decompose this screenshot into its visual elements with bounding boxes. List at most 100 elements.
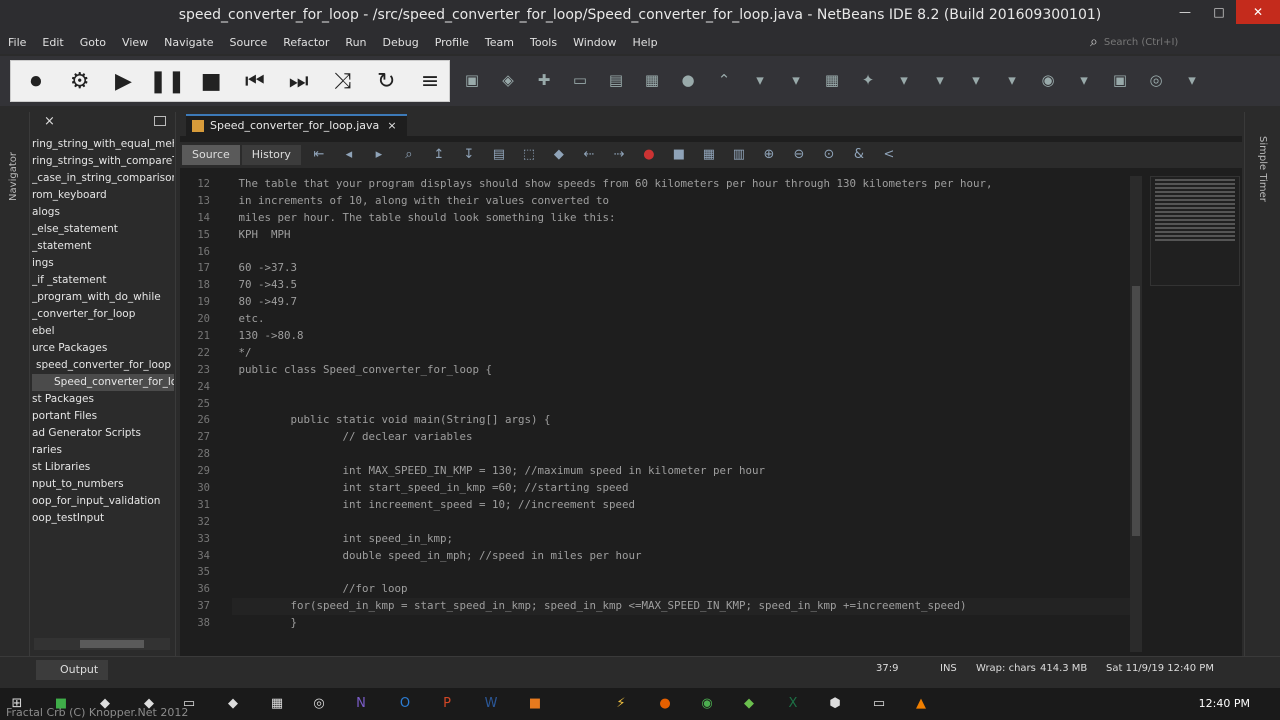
dropdown-icon[interactable]: ▾ (746, 66, 774, 94)
tree-item[interactable]: _case_in_string_comparison (32, 170, 174, 187)
powerpoint-icon[interactable]: P (438, 695, 456, 713)
dropdown-icon[interactable]: ▾ (782, 66, 810, 94)
source-tab[interactable]: Source (182, 145, 240, 165)
find-previous-icon[interactable]: ↥ (427, 145, 451, 165)
app-icon[interactable]: ◆ (740, 695, 758, 713)
menu-edit[interactable]: Edit (34, 36, 71, 49)
horizontal-scrollbar[interactable] (34, 638, 170, 650)
code-area[interactable]: The table that your program displays sho… (232, 176, 1132, 656)
profile-icon[interactable]: ◉ (1034, 66, 1062, 94)
tree-item[interactable]: ring_string_with_equal_mehtod (32, 136, 174, 153)
open-project-icon[interactable]: ▭ (566, 66, 594, 94)
equalizer-button[interactable]: ≡ (411, 64, 449, 98)
zoom-out-icon[interactable]: ⊖ (787, 145, 811, 165)
plugin-icon[interactable]: ◈ (494, 66, 522, 94)
simple-timer-tab[interactable]: Simple Timer (1257, 136, 1268, 202)
tree-item[interactable]: alogs (32, 204, 174, 221)
firefox-icon[interactable]: ● (656, 695, 674, 713)
output-tab[interactable]: Output (36, 660, 109, 680)
scrollbar-thumb[interactable] (1132, 286, 1140, 536)
pause-button[interactable]: ❚❚ (148, 64, 186, 98)
bookmark-icon[interactable]: ◆ (547, 145, 571, 165)
scrollbar-thumb[interactable] (80, 640, 144, 648)
tree-item[interactable]: _statement (32, 238, 174, 255)
forward-icon[interactable]: ▸ (367, 145, 391, 165)
stop-macro-icon[interactable]: ■ (667, 145, 691, 165)
app-icon[interactable]: ⚡ (612, 695, 630, 713)
tools-icon[interactable]: ✦ (854, 66, 882, 94)
record-macro-icon[interactable]: ● (637, 145, 661, 165)
editor-tab[interactable]: Speed_converter_for_loop.java × (186, 114, 407, 136)
chrome-icon[interactable]: ◉ (698, 695, 716, 713)
tab-close-icon[interactable]: × (387, 117, 396, 135)
menu-help[interactable]: Help (624, 36, 665, 49)
navigator-tab[interactable]: Navigator (8, 152, 19, 201)
app-icon[interactable]: ◆ (224, 695, 242, 713)
outlook-icon[interactable]: O (396, 695, 414, 713)
run-icon[interactable]: ● (674, 66, 702, 94)
next-button[interactable]: ⏭ (280, 64, 318, 98)
web-icon[interactable]: ◎ (1142, 66, 1170, 94)
tree-item-selected[interactable]: Speed_converter_for_loo (32, 374, 174, 391)
menu-view[interactable]: View (114, 36, 156, 49)
tree-item[interactable]: rom_keyboard (32, 187, 174, 204)
new-project-icon[interactable]: ✚ (530, 66, 558, 94)
tree-item[interactable]: ring_strings_with_compareTo (32, 153, 174, 170)
tree-item[interactable]: portant Files (32, 408, 174, 425)
new-file-icon[interactable]: ▣ (458, 66, 486, 94)
settings-icon[interactable]: ⚙ (61, 64, 99, 98)
app-icon[interactable]: ◎ (310, 695, 328, 713)
record-icon[interactable]: ⏺ (17, 64, 55, 98)
less-than-icon[interactable]: < (877, 145, 901, 165)
vlc-icon[interactable]: ▲ (912, 695, 930, 713)
dropdown-icon[interactable]: ▾ (962, 66, 990, 94)
tree-item[interactable]: oop_for_input_validation (32, 493, 174, 510)
uncomment-icon[interactable]: ▥ (727, 145, 751, 165)
maximize-button[interactable]: □ (1202, 0, 1236, 24)
tree-item[interactable]: st Packages (32, 391, 174, 408)
tree-item[interactable]: nput_to_numbers (32, 476, 174, 493)
toggle-highlight-icon[interactable]: ▤ (487, 145, 511, 165)
menu-source[interactable]: Source (221, 36, 275, 49)
tree-item[interactable]: _else_statement (32, 221, 174, 238)
menu-run[interactable]: Run (337, 36, 374, 49)
menu-navigate[interactable]: Navigate (156, 36, 221, 49)
menu-tools[interactable]: Tools (522, 36, 565, 49)
tree-item[interactable]: oop_testInput (32, 510, 174, 527)
menu-window[interactable]: Window (565, 36, 624, 49)
previous-button[interactable]: ⏮ (236, 64, 274, 98)
app-icon[interactable]: ▦ (268, 695, 286, 713)
last-edit-icon[interactable]: ⇤ (307, 145, 331, 165)
shift-right-icon[interactable]: ⇢ (607, 145, 631, 165)
tree-item[interactable]: _if _statement (32, 272, 174, 289)
close-button[interactable]: ✕ (1236, 0, 1280, 24)
excel-icon[interactable]: X (784, 695, 802, 713)
tree-item[interactable]: _program_with_do_while (32, 289, 174, 306)
menu-refactor[interactable]: Refactor (275, 36, 337, 49)
menu-goto[interactable]: Goto (72, 36, 114, 49)
shift-left-icon[interactable]: ⇠ (577, 145, 601, 165)
dropdown-icon[interactable]: ▾ (1070, 66, 1098, 94)
menu-team[interactable]: Team (477, 36, 522, 49)
plugin-icon[interactable]: ▣ (1106, 66, 1134, 94)
back-icon[interactable]: ◂ (337, 145, 361, 165)
menu-file[interactable]: File (0, 36, 34, 49)
search-box[interactable]: ⌕ Search (Ctrl+I) (1090, 33, 1270, 51)
app-icon[interactable]: ▭ (870, 695, 888, 713)
dropdown-icon[interactable]: ▾ (890, 66, 918, 94)
dropdown-icon[interactable]: ▾ (926, 66, 954, 94)
close-icon[interactable]: × (44, 114, 55, 129)
dropdown-icon[interactable]: ▾ (1178, 66, 1206, 94)
onenote-icon[interactable]: N (352, 695, 370, 713)
tree-item[interactable]: speed_converter_for_loop (32, 357, 174, 374)
tree-item[interactable]: urce Packages (32, 340, 174, 357)
word-icon[interactable]: W (482, 695, 500, 713)
build-icon[interactable]: ▦ (638, 66, 666, 94)
find-icon[interactable]: ⌕ (397, 145, 421, 165)
menu-profile[interactable]: Profile (427, 36, 477, 49)
minimize-panel-icon[interactable] (154, 116, 166, 126)
window-layout-icon[interactable]: ▦ (818, 66, 846, 94)
shuffle-button[interactable]: ⤨ (324, 64, 362, 98)
menu-debug[interactable]: Debug (375, 36, 427, 49)
history-tab[interactable]: History (241, 145, 301, 165)
